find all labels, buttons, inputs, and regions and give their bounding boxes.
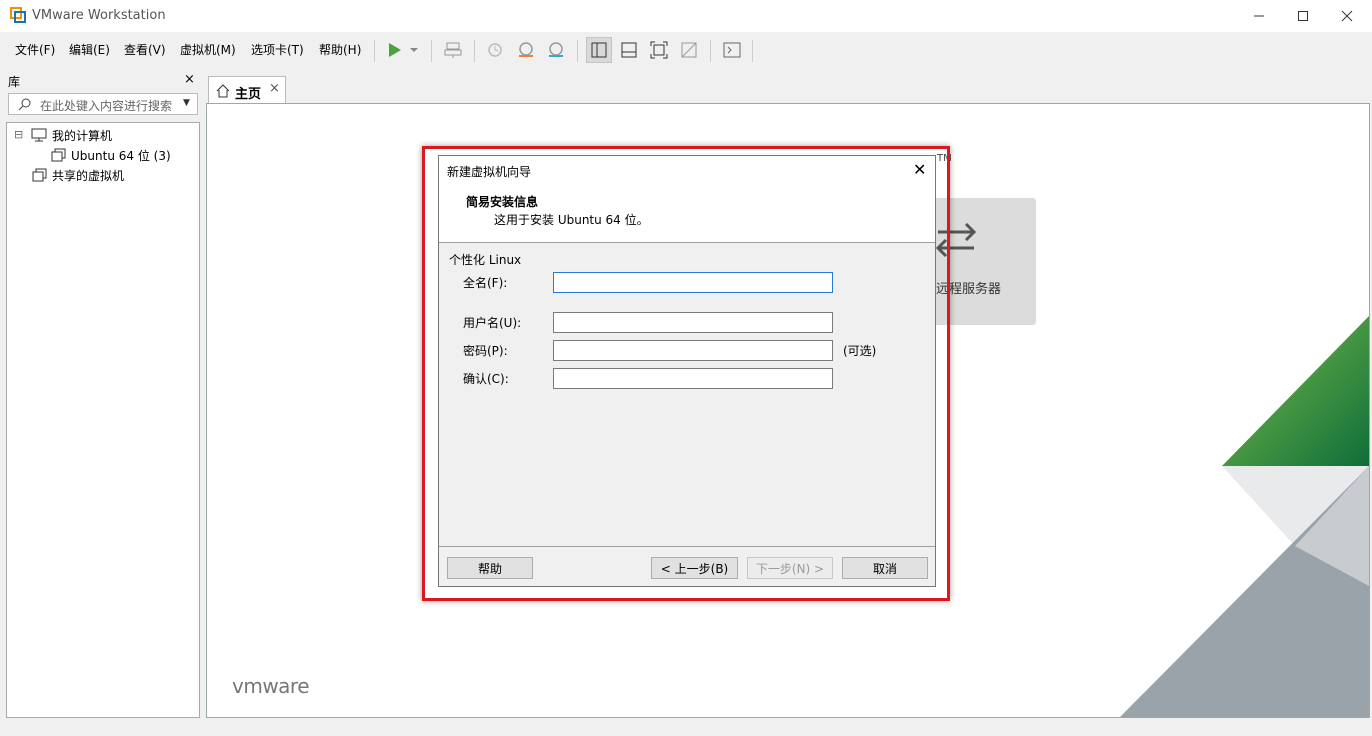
toolbar-divider: [752, 40, 753, 62]
menu-view[interactable]: 查看(V): [124, 41, 166, 58]
close-icon: [1341, 10, 1353, 22]
revert-snapshot-icon: [519, 42, 533, 57]
search-dropdown-icon[interactable]: ▼: [183, 98, 190, 108]
power-dropdown-button[interactable]: [404, 37, 424, 63]
maximize-button[interactable]: [1280, 0, 1326, 32]
collapse-icon[interactable]: ⊟: [14, 128, 23, 141]
unity-button[interactable]: [676, 37, 702, 63]
toolbar-divider: [710, 40, 711, 62]
dialog-subheading: 这用于安装 Ubuntu 64 位。: [494, 213, 649, 227]
library-view-icon: [591, 42, 607, 58]
console-view-button[interactable]: [719, 37, 745, 63]
snapshot-icon: [488, 43, 502, 57]
tree-item-shared[interactable]: 共享的虚拟机: [52, 167, 124, 184]
username-label: 用户名(U):: [463, 316, 522, 330]
username-field[interactable]: [553, 312, 833, 333]
menu-file[interactable]: 文件(F): [15, 41, 55, 58]
cancel-button[interactable]: 取消: [842, 557, 928, 579]
maximize-icon: [1298, 11, 1308, 21]
dialog-heading: 简易安装信息: [466, 195, 539, 209]
send-keys-icon: [444, 42, 462, 58]
dropdown-icon: [410, 48, 418, 52]
library-search-placeholder: 在此处键入内容进行搜索: [40, 99, 173, 113]
group-label: 个性化 Linux: [449, 253, 522, 267]
search-icon: [18, 98, 31, 111]
dialog-divider: [439, 242, 935, 243]
vm-icon: [51, 148, 66, 162]
minimize-button[interactable]: [1236, 0, 1282, 32]
confirm-password-field[interactable]: [553, 368, 833, 389]
unity-icon: [681, 42, 697, 58]
library-close-button[interactable]: ×: [184, 72, 195, 87]
menu-tabs[interactable]: 选项卡(T): [251, 41, 304, 58]
thumbnail-bar-icon: [621, 42, 637, 58]
vmware-app-icon: [10, 7, 26, 23]
take-snapshot-button[interactable]: [482, 37, 508, 63]
console-icon: [723, 42, 741, 58]
tab-close-button[interactable]: ×: [269, 81, 280, 96]
minimize-icon: [1254, 15, 1264, 17]
title-bar: [0, 0, 1372, 32]
manage-snapshots-icon: [549, 42, 563, 57]
optional-note: (可选): [843, 344, 877, 358]
computer-icon: [31, 128, 47, 142]
tree-item-my-computer[interactable]: 我的计算机: [52, 127, 112, 144]
next-button[interactable]: 下一步(N) >: [747, 557, 833, 579]
window-title: VMware Workstation: [32, 8, 166, 23]
fullname-field[interactable]: [553, 272, 833, 293]
fullname-label: 全名(F):: [463, 276, 508, 290]
manage-snapshots-button[interactable]: [543, 37, 569, 63]
library-tree: [6, 122, 200, 718]
tree-item-ubuntu[interactable]: Ubuntu 64 位 (3): [71, 147, 171, 164]
back-button[interactable]: < 上一步(B): [651, 557, 738, 579]
send-ctrl-alt-del-button[interactable]: [440, 37, 466, 63]
toolbar-divider: [474, 40, 475, 62]
password-label: 密码(P):: [463, 344, 508, 358]
home-icon: [216, 84, 230, 98]
tab-home-label: 主页: [235, 87, 262, 102]
close-window-button[interactable]: [1324, 0, 1370, 32]
vmware-logo: vmware: [232, 674, 310, 698]
library-title: 库: [8, 75, 21, 89]
status-bar: [0, 718, 1372, 736]
help-button[interactable]: 帮助: [447, 557, 533, 579]
toolbar-divider: [431, 40, 432, 62]
dialog-divider: [439, 546, 935, 547]
fullscreen-icon: [650, 41, 668, 59]
shared-vm-icon: [32, 168, 47, 182]
toolbar-divider: [374, 40, 375, 62]
show-library-button[interactable]: [586, 37, 612, 63]
thumbnail-bar-button[interactable]: [616, 37, 642, 63]
dialog-close-button[interactable]: ✕: [913, 160, 926, 179]
menu-vm[interactable]: 虚拟机(M): [180, 41, 236, 58]
vmware-decoration-graphic: [1120, 316, 1369, 717]
dialog-title: 新建虚拟机向导: [447, 165, 532, 179]
fullscreen-button[interactable]: [646, 37, 672, 63]
revert-snapshot-button[interactable]: [513, 37, 539, 63]
toolbar-divider: [577, 40, 578, 62]
menu-help[interactable]: 帮助(H): [319, 41, 361, 58]
menu-edit[interactable]: 编辑(E): [69, 41, 110, 58]
confirm-label: 确认(C):: [463, 372, 509, 386]
play-icon: [389, 43, 401, 57]
password-field[interactable]: [553, 340, 833, 361]
